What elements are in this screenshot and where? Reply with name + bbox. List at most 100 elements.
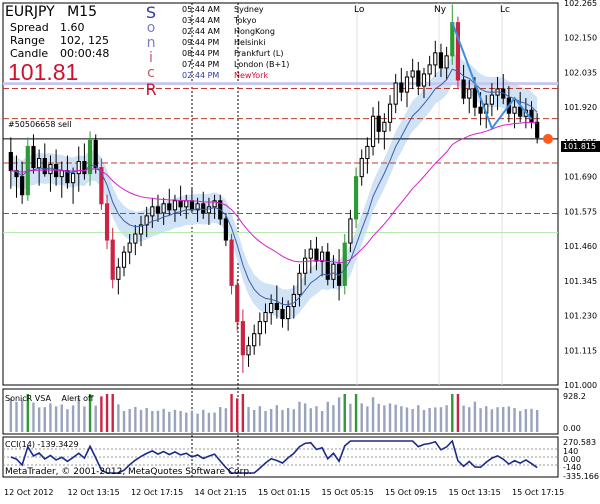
vsa-volume-bar [530,408,533,432]
vsa-volume-bar [354,394,358,432]
range-row: Range 102, 125 [10,34,109,47]
session-row: 08:44 PM Frankfurt (L) [182,48,283,59]
vsa-volume-bar [236,398,239,432]
y-axis-tick-label: 101.345 [564,277,597,286]
x-axis-tick-label: 12 Oct 13:15 [68,488,120,497]
vsa-volume-bar [196,413,199,432]
symbol-name: EURJPY [5,4,55,20]
session-time: 07:44 PM [182,60,220,69]
vsa-volume-bar [247,407,250,432]
vsa-volume-bar [128,409,131,432]
vsa-volume-bar [434,407,437,432]
candle-body [93,139,98,169]
vsa-volume-bar [320,411,324,432]
vsa-volume-bar [32,402,35,432]
vsa-volume-bar [230,394,233,432]
vsa-volume-bar [360,403,363,432]
symbol-label: EURJPY M15 [5,4,97,21]
brand-letter-o: o [146,20,156,36]
current-price-big: 101.81 [8,59,79,85]
candle-body [291,293,296,307]
spread-label: Spread [10,21,49,34]
vsa-volume-bar [405,407,409,432]
vsa-volume-bar [456,394,460,432]
candle-body [48,164,53,175]
candle-body [286,305,291,320]
spread-row: Spread 1.60 [10,21,85,34]
session-name: London (B+1) [234,60,290,69]
candle-body [246,345,251,356]
vsa-volume-bar [258,406,262,432]
candle-body [37,158,42,169]
session-time: 02:44 AM [182,27,220,36]
vsa-panel-label: SonicR VSA Alert off [5,394,93,403]
x-axis-tick-label: 15 Oct 13:15 [449,488,501,497]
candle-body [410,70,415,78]
vsa-volume-bar [371,397,375,432]
x-axis-tick-label: 14 Oct 21:15 [195,488,247,497]
vsa-volume-bar [264,411,267,432]
vsa-volume-bar [451,394,454,432]
spread-value: 1.60 [60,21,85,34]
trading-chart-window: 102.265102.150102.035101.920101.805101.6… [0,0,600,500]
candle-body [348,218,353,244]
candle-body [331,263,336,280]
candle-body [235,284,240,323]
candle-body [82,161,87,175]
price-chart[interactable]: 102.265102.150102.035101.920101.805101.6… [0,0,600,500]
candle-body [472,88,478,108]
candle-body [184,200,189,208]
vsa-volume-bar [117,404,120,432]
vsa-volume-bar [490,409,494,432]
candle-body [263,312,268,323]
candle-body [433,52,438,66]
vsa-volume-bar [15,401,18,432]
sonicr-brand: S o n i c R [143,4,159,98]
candle-body [427,64,432,75]
vsa-volume-bar [496,407,499,432]
y-axis-tick-label: 101.115 [564,346,597,355]
vsa-volume-bar [168,411,171,432]
vsa-volume-bar [485,406,488,432]
vsa-volume-bar [83,406,86,432]
session-row: 09:44 PM Helsinki [182,37,265,48]
vsa-volume-bar [275,405,279,432]
session-time: 08:44 PM [182,49,220,58]
candle-body [133,233,138,244]
session-marker-lc: Lc [500,5,510,15]
candle-body [280,309,285,320]
vsa-volume-bar [462,405,465,432]
candle-body [382,121,387,132]
x-axis-tick-label: 15 Oct 05:15 [322,488,374,497]
vsa-volume-bar [94,405,97,432]
session-row: 02:44 AM HongKong [182,26,275,37]
vsa-volume-bar [428,408,431,432]
vsa-volume-bar [473,401,477,432]
candle-body [461,79,466,99]
candle-body [444,55,449,69]
session-name: Frankfurt (L) [234,49,284,58]
vsa-volume-bar [269,409,273,432]
candle-body [76,161,81,175]
candle-body [201,203,206,214]
session-name: Sydney [234,5,264,14]
x-axis-tick-label: 12 Oct 17:15 [131,488,183,497]
candle-body [320,251,325,262]
current-price-dot [543,133,553,144]
candle-body [167,203,172,211]
vsa-volume-bar [105,394,109,432]
cci-scale-4: -140 [563,463,582,472]
candle-body [342,242,347,286]
candle-body [314,248,319,262]
session-time: 09:44 PM [182,38,220,47]
candle-body [127,242,132,253]
vsa-title: SonicR VSA [5,394,51,403]
vsa-volume-bar [400,406,403,432]
vsa-volume-bar [224,408,228,432]
candle-body [104,203,110,241]
vsa-volume-bar [518,411,522,432]
vsa-volume-bar [337,397,341,432]
y-axis-tick-label: 101.460 [564,242,597,251]
session-name: HongKong [234,27,275,36]
vsa-volume-bar [122,411,126,432]
